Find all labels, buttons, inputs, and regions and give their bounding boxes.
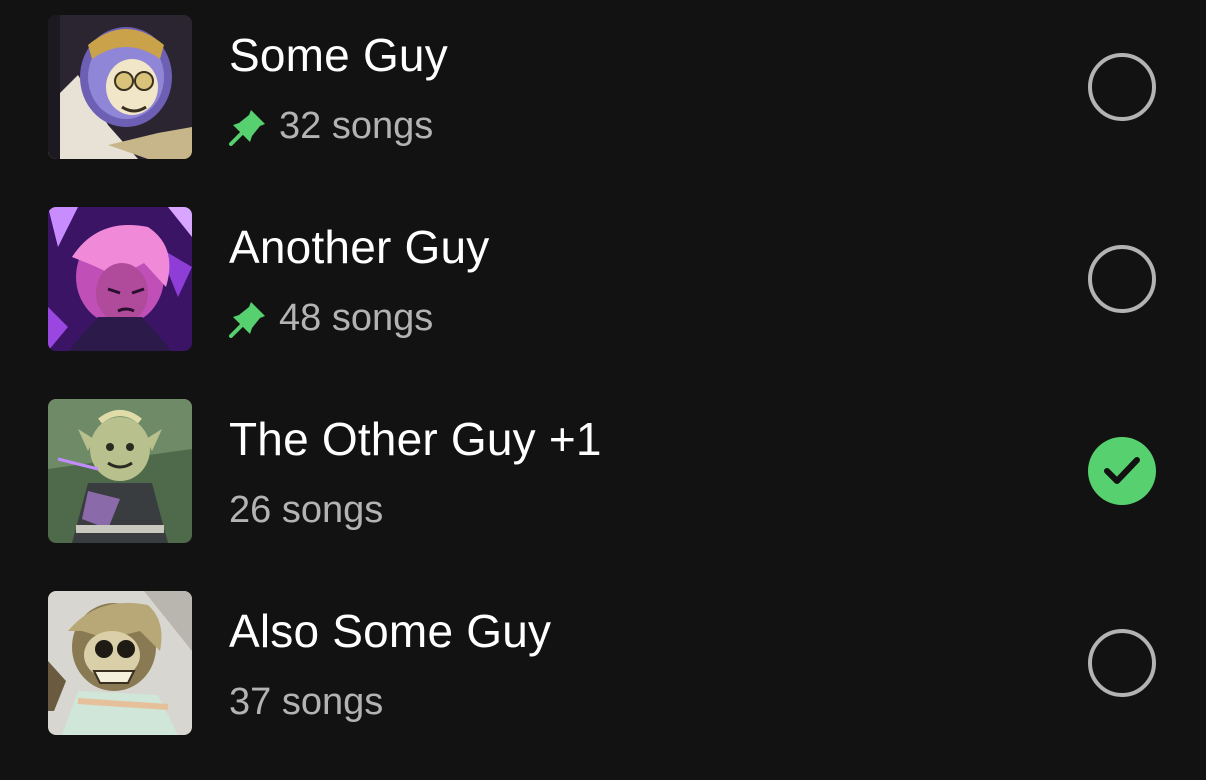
- playlist-cover: [48, 15, 192, 159]
- radio-unchecked-icon[interactable]: [1088, 245, 1156, 313]
- playlist-meta: 37 songs: [229, 677, 383, 727]
- playlist-row-also-some-guy[interactable]: Also Some Guy 37 songs: [0, 559, 1206, 751]
- playlist-meta: 48 songs: [229, 293, 433, 343]
- playlist-list: Some Guy 32 songs Another Guy 48 songs T…: [0, 0, 1206, 780]
- playlist-song-count: 37 songs: [229, 680, 384, 723]
- playlist-cover: [48, 591, 192, 735]
- playlist-song-count: 32 songs: [279, 104, 434, 147]
- pin-icon: [229, 298, 269, 338]
- playlist-row-the-other-guy[interactable]: The Other Guy +1 26 songs: [0, 367, 1206, 559]
- playlist-title: Another Guy: [229, 221, 490, 273]
- pin-icon: [229, 106, 269, 146]
- playlist-row-some-guy[interactable]: Some Guy 32 songs: [0, 0, 1206, 175]
- checkmark-icon: [1104, 457, 1140, 484]
- goblin-character-art: [48, 399, 192, 543]
- radio-unchecked-icon[interactable]: [1088, 53, 1156, 121]
- playlist-title: The Other Guy +1: [229, 413, 602, 465]
- playlist-title: Also Some Guy: [229, 605, 552, 657]
- playlist-song-count: 48 songs: [279, 296, 434, 339]
- armored-character-art: [48, 15, 192, 159]
- pink-haired-character-art: [48, 207, 192, 351]
- playlist-cover: [48, 399, 192, 543]
- playlist-meta: 32 songs: [229, 101, 433, 151]
- masked-character-art: [48, 591, 192, 735]
- playlist-row-another-guy[interactable]: Another Guy 48 songs: [0, 175, 1206, 367]
- radio-unchecked-icon[interactable]: [1088, 629, 1156, 697]
- check-circle-icon[interactable]: [1088, 437, 1156, 505]
- playlist-song-count: 26 songs: [229, 488, 384, 531]
- playlist-title: Some Guy: [229, 29, 448, 81]
- playlist-meta: 26 songs: [229, 485, 383, 535]
- playlist-cover: [48, 207, 192, 351]
